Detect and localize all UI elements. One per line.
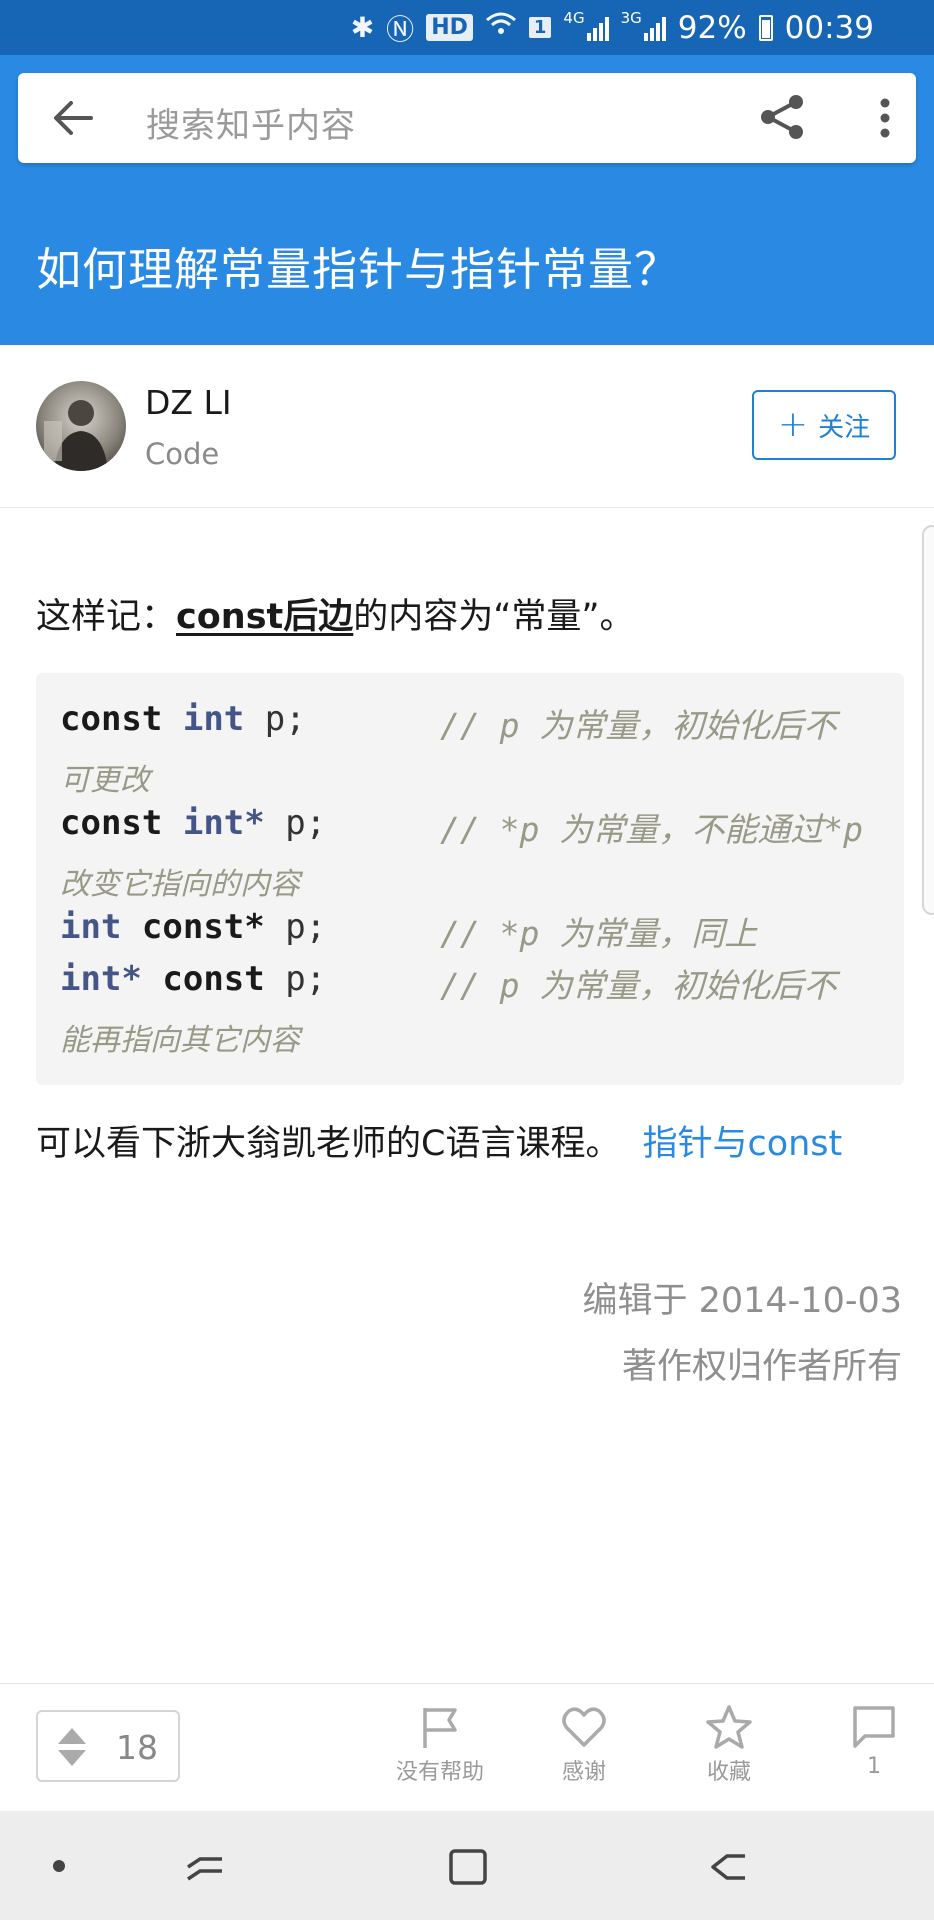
home-icon[interactable]	[443, 1841, 493, 1891]
heart-icon	[562, 1707, 606, 1747]
code-comment: // *p 为常量，同上	[440, 914, 758, 953]
code-comment: // p 为常量，初始化后不	[440, 966, 837, 1005]
code-keyword: const	[162, 959, 265, 999]
more-vertical-icon	[880, 98, 890, 138]
scroll-handle[interactable]	[922, 525, 934, 915]
recent-apps-icon[interactable]	[180, 1841, 230, 1891]
code-comment: 能再指向其它内容	[60, 1023, 300, 1058]
edit-date: 编辑于 2014-10-03	[582, 1281, 902, 1321]
course-link[interactable]: 指针与const	[642, 1124, 842, 1164]
code-comment: 改变它指向的内容	[60, 867, 300, 902]
paragraph-text: 可以看下浙大翁凯老师的C语言课程。	[36, 1124, 621, 1164]
code-line: int* const p;	[60, 959, 326, 999]
code-text: p;	[264, 907, 327, 947]
thanks-button[interactable]: 感谢	[524, 1704, 644, 1804]
status-bar: ✱ Ⓝ HD 1 4G 3G 92% 00:39	[0, 0, 934, 55]
system-nav-bar	[0, 1811, 934, 1920]
question-header: 搜索知乎内容 如何理解常量指针与指针常量？	[0, 55, 934, 345]
code-comment: // p 为常量，初始化后不	[440, 706, 837, 745]
share-button[interactable]	[758, 93, 806, 141]
paragraph-text: 这样记：	[36, 597, 177, 637]
star-icon	[706, 1705, 752, 1749]
clock: 00:39	[784, 9, 874, 46]
collect-label: 收藏	[706, 1760, 751, 1785]
code-keyword: int	[182, 699, 245, 739]
code-line: const int p;	[60, 699, 306, 739]
plus-icon: +	[777, 404, 809, 445]
code-comment: // *p 为常量，不能通过*p	[440, 810, 863, 849]
author-bio: Code	[145, 437, 220, 471]
comments-count: 1	[867, 1754, 881, 1779]
code-keyword: const	[60, 803, 163, 843]
vote-arrows-icon	[58, 1728, 86, 1766]
back-button[interactable]	[50, 95, 96, 141]
follow-label: 关注	[818, 412, 871, 443]
comments-button[interactable]: 1	[814, 1704, 934, 1804]
question-title[interactable]: 如何理解常量指针与指针常量？	[36, 233, 680, 298]
signal-icon	[586, 15, 609, 41]
more-menu-button[interactable]	[870, 93, 900, 143]
search-bar[interactable]: 搜索知乎内容	[18, 73, 916, 163]
paragraph-text: 的内容为“常量”。	[353, 597, 635, 637]
code-line: const int* p;	[60, 803, 326, 843]
hd-icon: HD	[426, 14, 473, 41]
code-text: p;	[264, 803, 327, 843]
code-keyword: const*	[141, 907, 265, 947]
answer-paragraph: 这样记：const后边的内容为“常量”。	[36, 588, 635, 639]
code-keyword: int*	[182, 803, 265, 843]
sim-icon: 1	[528, 17, 552, 38]
answer-action-bar: 18 没有帮助 感谢 收藏 1	[0, 1683, 934, 1812]
comment-icon	[853, 1706, 895, 1748]
wifi-icon	[485, 11, 517, 44]
search-input[interactable]: 搜索知乎内容	[146, 98, 356, 147]
signal-icon	[643, 15, 666, 41]
answer-paragraph: 可以看下浙大翁凯老师的C语言课程。 指针与const	[36, 1115, 842, 1166]
not-helpful-button[interactable]: 没有帮助	[380, 1704, 500, 1804]
emphasis-text: const后边	[176, 597, 354, 637]
vote-button[interactable]: 18	[36, 1710, 180, 1782]
follow-button[interactable]: + 关注	[752, 390, 896, 460]
flag-icon	[423, 1708, 457, 1748]
code-keyword: const	[60, 699, 163, 739]
back-icon[interactable]	[705, 1841, 755, 1891]
code-keyword: int*	[60, 959, 142, 999]
author-name[interactable]: DZ LI	[145, 383, 232, 422]
copyright-notice: 著作权归作者所有	[621, 1347, 902, 1387]
battery-icon	[758, 14, 773, 41]
network-4g-label: 4G	[563, 8, 585, 27]
nfc-icon: Ⓝ	[386, 12, 415, 46]
code-comment: 可更改	[60, 763, 150, 798]
code-block: const int p; // p 为常量，初始化后不 可更改 const in…	[36, 673, 904, 1085]
vote-count: 18	[116, 1728, 158, 1767]
dot-icon[interactable]	[34, 1841, 84, 1891]
network-3g-label: 3G	[620, 8, 642, 27]
not-helpful-label: 没有帮助	[395, 1760, 484, 1785]
code-text: p;	[264, 959, 327, 999]
thanks-label: 感谢	[561, 1760, 606, 1785]
code-text: p;	[244, 699, 306, 739]
collect-button[interactable]: 收藏	[669, 1704, 789, 1804]
avatar[interactable]	[36, 381, 126, 471]
battery-percent: 92%	[677, 9, 747, 46]
bluetooth-icon: ✱	[350, 11, 375, 44]
author-row: DZ LI Code + 关注	[0, 345, 934, 508]
share-icon	[761, 95, 803, 139]
arrow-left-icon	[54, 101, 93, 135]
code-keyword: int	[60, 907, 122, 947]
code-line: int const* p;	[60, 907, 326, 947]
